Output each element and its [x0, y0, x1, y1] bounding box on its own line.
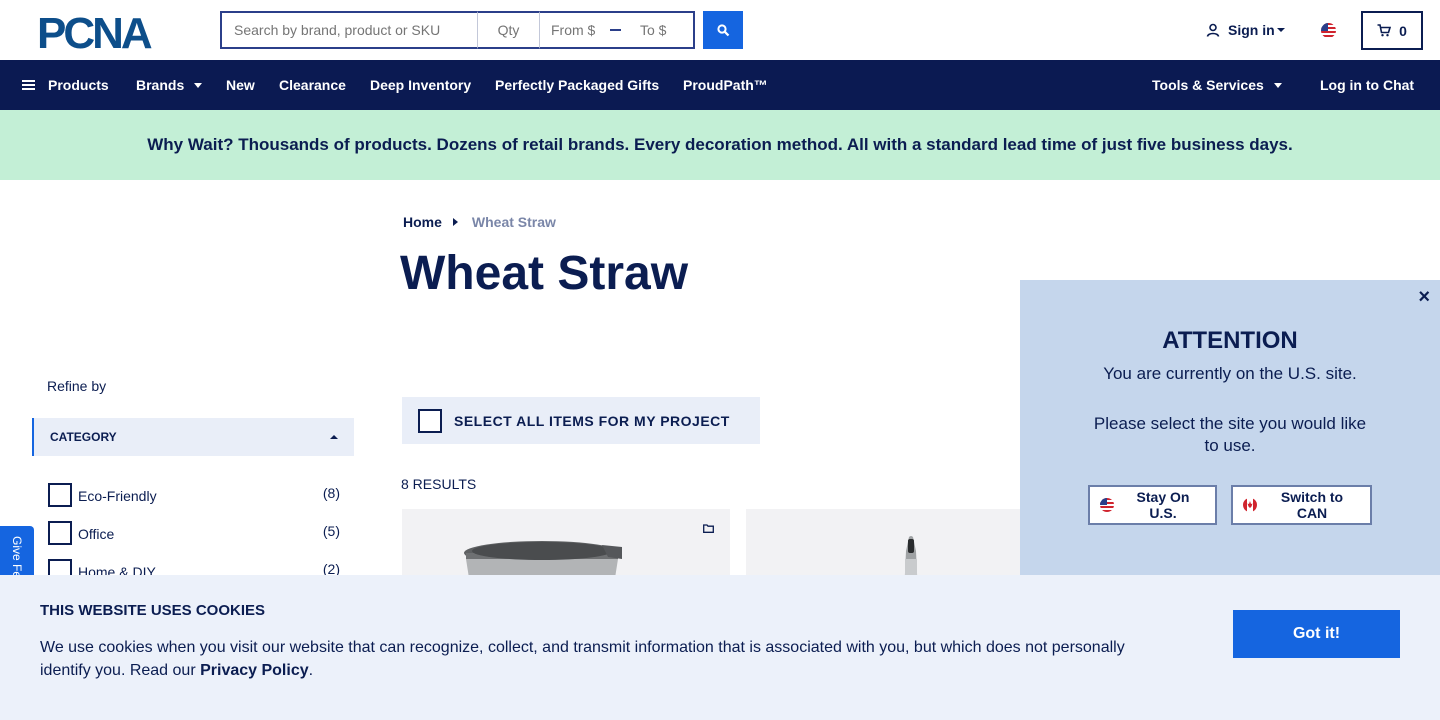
us-flag-icon[interactable]	[1321, 23, 1336, 38]
chevron-down-icon	[1276, 28, 1285, 32]
select-all-items[interactable]: SELECT ALL ITEMS FOR MY PROJECT	[402, 397, 760, 444]
nav-tools-label: Tools & Services	[1152, 77, 1264, 93]
cookie-banner: THIS WEBSITE USES COOKIES We use cookies…	[0, 575, 1440, 720]
sign-in-label: Sign in	[1228, 22, 1275, 38]
popup-message: You are currently on the U.S. site.	[1103, 364, 1357, 383]
nav-brands[interactable]: Brands	[136, 77, 203, 93]
filter-count: (8)	[322, 485, 340, 501]
cookie-text: We use cookies when you visit our websit…	[40, 636, 1150, 682]
results-count: 8 RESULTS	[401, 476, 477, 492]
select-all-label: SELECT ALL ITEMS FOR MY PROJECT	[454, 412, 730, 429]
canada-flag-icon	[1243, 498, 1257, 512]
chevron-right-icon	[452, 218, 458, 226]
promo-text: Why Wait? Thousands of products. Dozens …	[147, 135, 1293, 154]
nav-perfectly-packaged-gifts[interactable]: Perfectly Packaged Gifts	[495, 77, 659, 93]
nav-brands-label: Brands	[136, 77, 185, 93]
cookie-text-end: .	[308, 662, 314, 679]
user-icon	[1206, 23, 1220, 37]
breadcrumb-current: Wheat Straw	[471, 214, 556, 230]
site-header: PCNA Sign in	[0, 0, 1440, 60]
nav-products[interactable]: Products	[22, 77, 109, 93]
cart-button[interactable]: 0	[1361, 11, 1423, 50]
category-filter-header[interactable]: CATEGORY	[32, 418, 354, 456]
search-button[interactable]	[703, 11, 743, 49]
range-dash	[610, 29, 621, 31]
nav-tools-services[interactable]: Tools & Services	[1152, 77, 1282, 93]
search-icon	[716, 23, 729, 36]
hamburger-icon	[22, 78, 35, 92]
chevron-down-icon	[1273, 82, 1282, 88]
filter-label: Eco-Friendly	[78, 488, 157, 504]
qty-input[interactable]	[478, 11, 540, 49]
category-header-label: CATEGORY	[50, 430, 117, 444]
price-from-input[interactable]	[540, 22, 604, 38]
nav-deep-inventory[interactable]: Deep Inventory	[370, 77, 471, 93]
popup-instruction: Please select the site you would like to…	[1093, 414, 1367, 455]
cookie-title: THIS WEBSITE USES COOKIES	[40, 602, 266, 619]
privacy-policy-link[interactable]: Privacy Policy	[200, 662, 309, 679]
promo-banner: Why Wait? Thousands of products. Dozens …	[0, 110, 1440, 180]
cart-count: 0	[1399, 22, 1407, 39]
popup-title: ATTENTION	[1162, 327, 1298, 354]
switch-label: Switch to CAN	[1280, 489, 1344, 521]
switch-to-can-button[interactable]: Switch to CAN	[1231, 485, 1372, 525]
nav-new[interactable]: New	[226, 77, 255, 93]
price-range	[540, 11, 695, 49]
breadcrumb: Home Wheat Straw	[403, 214, 556, 230]
logo-text: PCNA	[37, 12, 152, 50]
cart-icon	[1377, 24, 1392, 37]
chevron-up-icon	[330, 435, 338, 439]
main-nav: Products Brands New Clearance Deep Inven…	[0, 60, 1440, 110]
nav-log-in-chat[interactable]: Log in to Chat	[1320, 77, 1414, 93]
breadcrumb-home[interactable]: Home	[403, 214, 442, 230]
site-select-popup: × ATTENTION You are currently on the U.S…	[1020, 280, 1440, 580]
filter-count: (5)	[322, 523, 340, 539]
folder-icon[interactable]	[703, 524, 714, 533]
chevron-down-icon	[194, 82, 203, 88]
nav-products-label: Products	[48, 77, 109, 93]
refine-label: Refine by	[47, 378, 107, 394]
search-bar	[220, 11, 695, 49]
close-icon[interactable]: ×	[1418, 287, 1430, 307]
nav-clearance[interactable]: Clearance	[279, 77, 346, 93]
us-flag-icon	[1100, 498, 1114, 512]
checkbox[interactable]	[48, 521, 72, 545]
page-title: Wheat Straw	[400, 247, 689, 300]
stay-label: Stay On U.S.	[1136, 489, 1190, 521]
pcna-logo[interactable]: PCNA	[37, 12, 184, 50]
filter-label: Office	[78, 526, 115, 542]
filter-office[interactable]: Office (5)	[48, 521, 340, 545]
checkbox[interactable]	[48, 483, 72, 507]
search-input[interactable]	[220, 11, 478, 49]
price-to-input[interactable]	[629, 22, 693, 38]
filter-eco-friendly[interactable]: Eco-Friendly (8)	[48, 483, 340, 507]
stay-on-us-button[interactable]: Stay On U.S.	[1088, 485, 1217, 525]
got-it-button[interactable]: Got it!	[1233, 610, 1400, 658]
nav-proudpath[interactable]: ProudPath™	[683, 77, 768, 93]
sign-in-menu[interactable]: Sign in	[1206, 22, 1285, 38]
checkbox[interactable]	[418, 408, 442, 433]
